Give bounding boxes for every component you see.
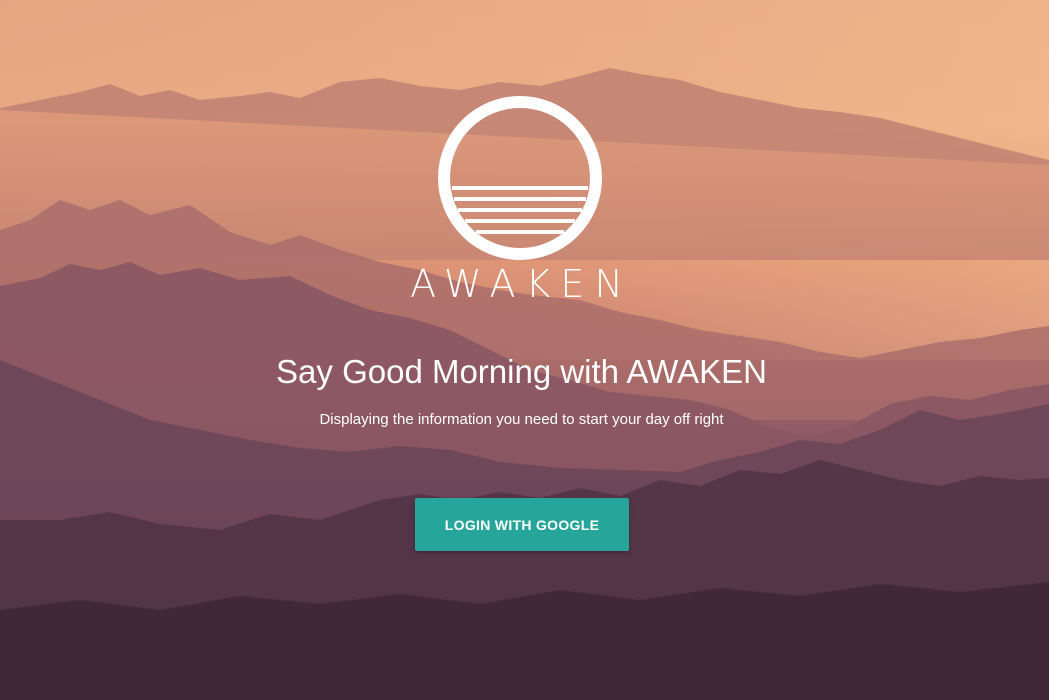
landing-page: AWAKEN Say Good Morning with AWAKEN Disp… <box>0 0 1049 700</box>
hero-section: AWAKEN Say Good Morning with AWAKEN Disp… <box>0 0 1049 700</box>
hero-subline: Displaying the information you need to s… <box>319 411 724 428</box>
sunrise-circle-icon <box>438 96 602 260</box>
login-with-google-button[interactable]: LOGIN WITH GOOGLE <box>415 498 629 551</box>
brand-wordmark: AWAKEN <box>410 262 633 306</box>
hero-headline: Say Good Morning with AWAKEN <box>276 353 767 390</box>
